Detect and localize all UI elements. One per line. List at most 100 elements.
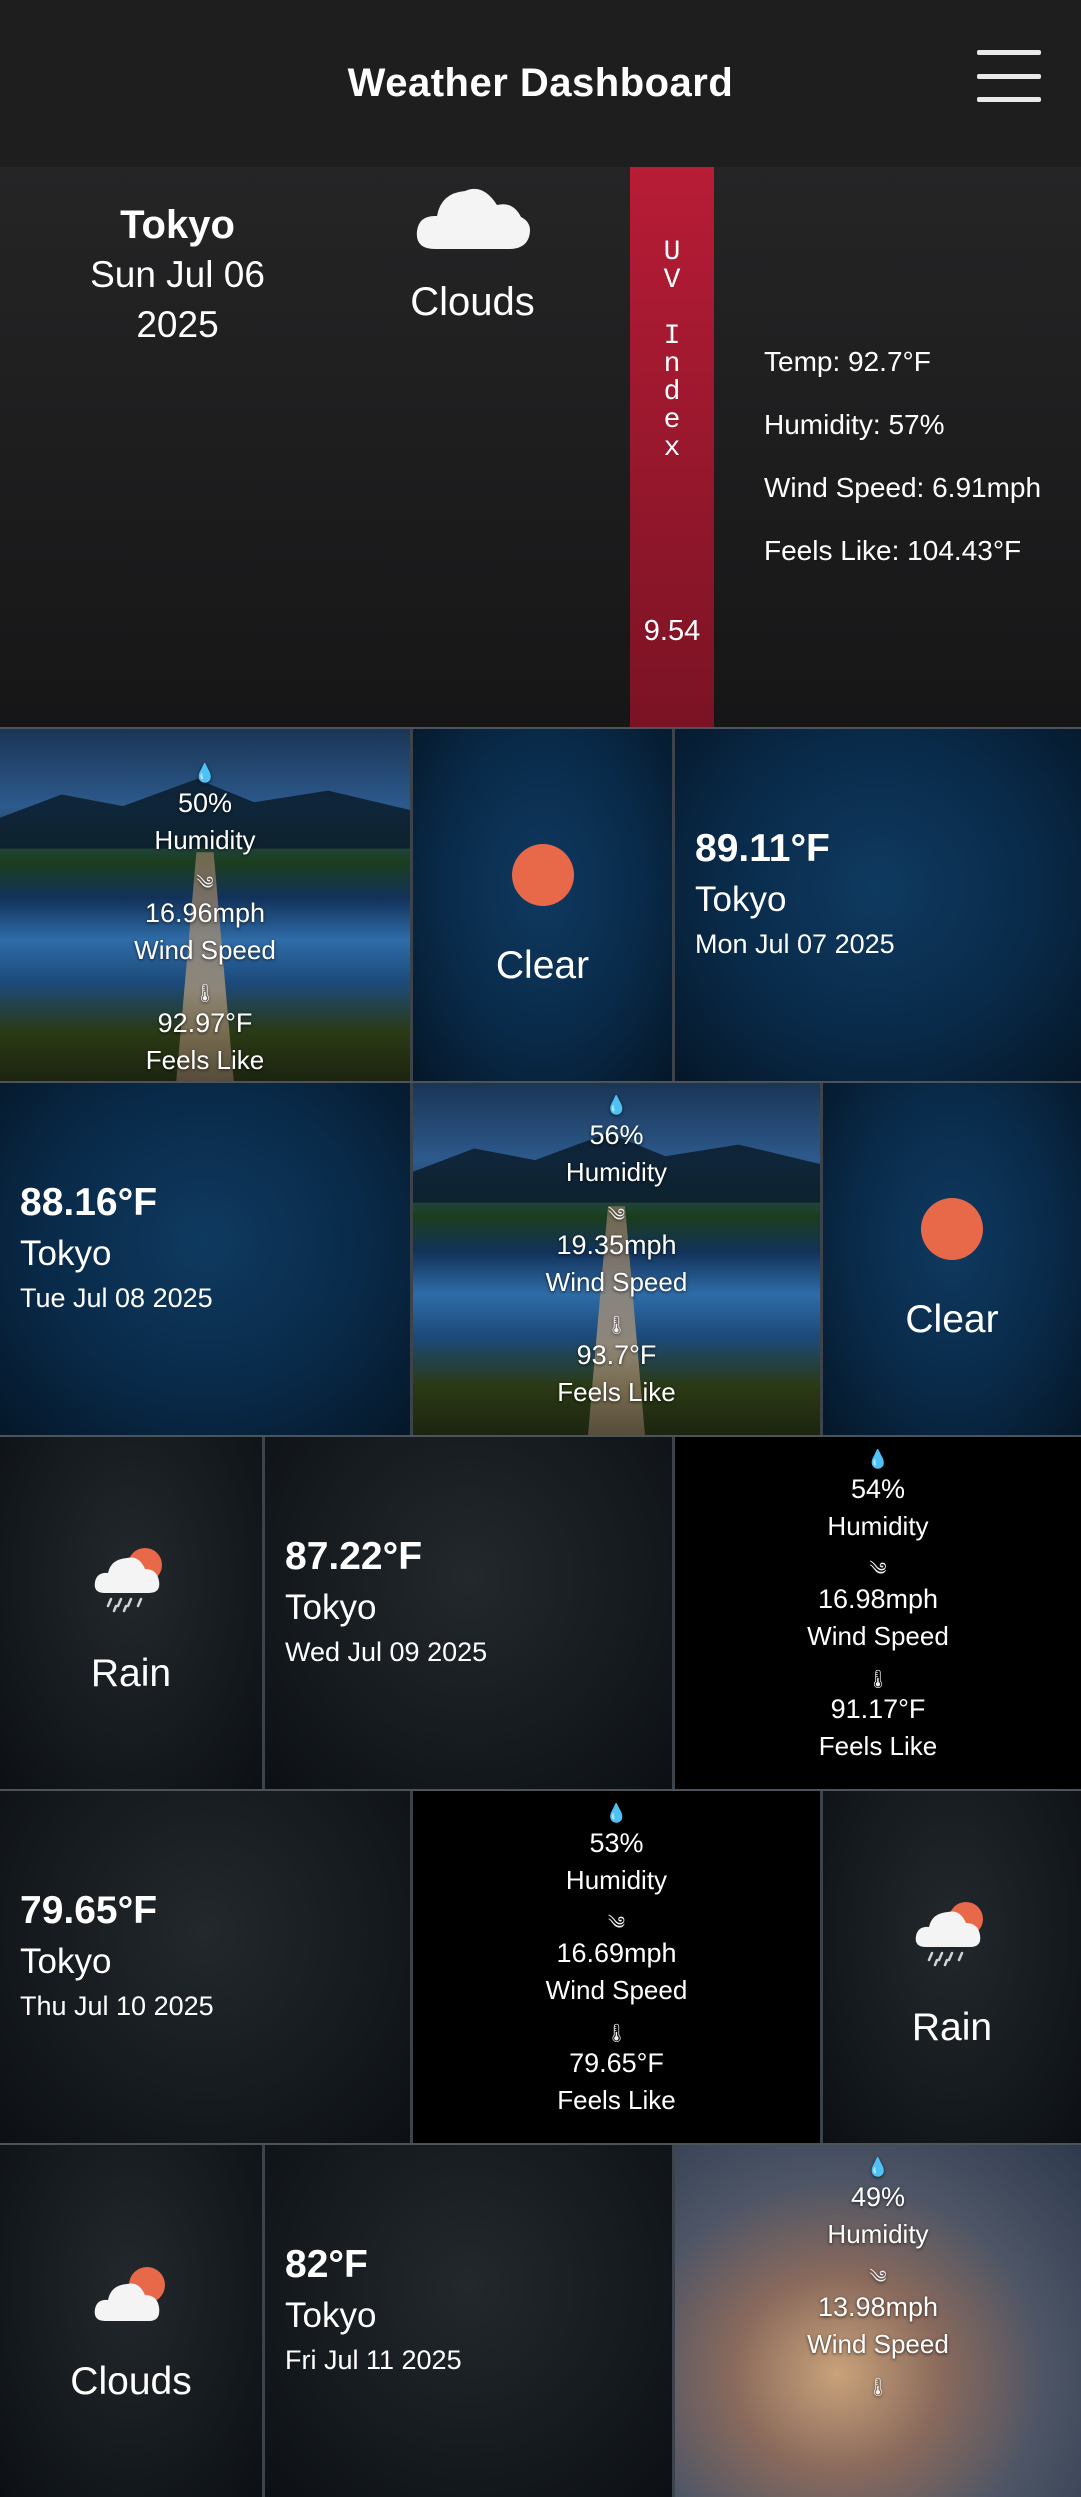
stats-card: 💧 50% Humidity ༄ 16.96mph Wind Speed 🌡 9… [0,729,410,1081]
wind-icon: ༄ [869,2267,887,2287]
droplet-icon: 💧 [866,1449,890,1469]
humidity-stat: 💧 56% Humidity [413,1093,820,1191]
wind-stat: ༄ 16.69mph Wind Speed [413,1911,820,2009]
condition-label: Clouds [70,2360,192,2403]
temperature: 89.11°F [695,827,830,870]
wind-value: 16.96mph [144,898,266,928]
today-date-line1: Sun Jul 06 [90,254,265,295]
condition-card: Rain [0,1437,262,1789]
stats-card: 💧 56% Humidity ༄ 19.35mph Wind Speed 🌡 9… [410,1083,820,1435]
wind-stat: ༄ 19.35mph Wind Speed [413,1203,820,1301]
feels-like-stat: 🌡 93.7°F Feels Like [413,1313,820,1411]
droplet-icon: 💧 [866,2157,890,2177]
condition-card: Clear [820,1083,1081,1435]
city-name: Tokyo [285,2296,377,2335]
condition-card: Clouds [0,2145,262,2497]
forecast-date: Tue Jul 08 2025 [20,1283,213,1313]
temp-card: 79.65°F Tokyo Thu Jul 10 2025 [0,1791,410,2143]
humidity-label: Humidity [565,1157,668,1187]
stats-list: 💧 50% Humidity ༄ 16.96mph Wind Speed 🌡 9… [0,729,410,1081]
feels-like-label: Feels Like [145,1045,265,1075]
wind-icon: ༄ [196,873,214,893]
stats-card: 💧 49% Humidity ༄ 13.98mph Wind Speed 🌡 [672,2145,1081,2497]
condition-card: Clear [410,729,672,1081]
feels-like-value: 79.65°F [569,2048,664,2078]
thermometer-icon: 🌡 [193,983,217,1003]
feels-like-value: 93.7°F [576,1340,657,1370]
condition-label: Rain [911,2006,993,2049]
forecast-date: Mon Jul 07 2025 [695,929,895,959]
city-name: Tokyo [20,1942,112,1981]
humidity-stat: 💧 54% Humidity [675,1447,1081,1545]
forecast-date: Fri Jul 11 2025 [285,2345,462,2375]
today-wind: Wind Speed: 6.91mph [764,472,1042,503]
temperature: 87.22°F [285,1535,423,1578]
humidity-label: Humidity [827,2219,929,2249]
wind-stat: ༄ 16.96mph Wind Speed [0,871,410,969]
app-header: Weather Dashboard [0,0,1081,167]
today-humidity: Humidity: 57% [764,409,945,440]
wind-label: Wind Speed [134,935,276,965]
hamburger-menu-icon[interactable] [977,50,1041,102]
condition-label: Rain [90,1652,172,1695]
humidity-label: Humidity [154,825,256,855]
rain-cloud-icon [915,1902,983,1967]
feels-like-stat: 🌡 92.97°F Feels Like [0,981,410,1079]
stats-list: 💧 49% Humidity ༄ 13.98mph Wind Speed 🌡 [675,2145,1081,2497]
wind-label: Wind Speed [807,2329,949,2359]
humidity-stat: 💧 50% Humidity [0,761,410,859]
stats-list: 💧 56% Humidity ༄ 19.35mph Wind Speed 🌡 9… [413,1083,820,1435]
condition-card: Rain [820,1791,1081,2143]
humidity-stat: 💧 53% Humidity [413,1801,820,1899]
cloud-sun-icon [94,2267,165,2321]
stats-list: 💧 53% Humidity ༄ 16.69mph Wind Speed 🌡 7… [413,1791,820,2143]
wind-stat: ༄ 13.98mph Wind Speed [675,2265,1081,2363]
rain-cloud-icon [94,1548,162,1613]
droplet-icon: 💧 [605,1803,628,1823]
stats-list: 💧 54% Humidity ༄ 16.98mph Wind Speed 🌡 9… [675,1437,1081,1789]
condition-label: Clear [905,1298,999,1341]
today-condition: Clouds [375,175,570,325]
feels-like-value: 91.17°F [830,1694,926,1724]
stats-card: 💧 53% Humidity ༄ 16.69mph Wind Speed 🌡 7… [410,1791,820,2143]
wind-value: 19.35mph [556,1230,677,1260]
thermometer-icon: 🌡 [866,1669,890,1689]
feels-like-label: Feels Like [557,1377,676,1407]
today-date-line2: 2025 [136,304,219,345]
today-location: Tokyo Sun Jul 06 2025 [0,200,355,350]
feels-like-stat: 🌡 [675,2375,1081,2399]
uv-index-label: U V I n d e x [663,237,681,464]
feels-like-stat: 🌡 79.65°F Feels Like [413,2021,820,2119]
today-condition-label: Clouds [410,280,535,324]
feels-like-label: Feels Like [557,2085,676,2115]
feels-like-stat: 🌡 91.17°F Feels Like [675,1667,1081,1765]
wind-value: 16.98mph [817,1584,939,1614]
thermometer-icon: 🌡 [605,1315,628,1335]
forecast-row: 88.16°F Tokyo Tue Jul 08 2025 💧 56% Humi… [0,1081,1081,1435]
temperature: 88.16°F [20,1181,158,1224]
uv-index-value: 9.54 [643,615,701,647]
wind-icon: ༄ [869,1559,887,1579]
temp-card: 82°F Tokyo Fri Jul 11 2025 [262,2145,672,2497]
temp-card: 88.16°F Tokyo Tue Jul 08 2025 [0,1083,410,1435]
thermometer-icon: 🌡 [866,2377,890,2397]
today-feels-like: Feels Like: 104.43°F [764,535,1022,566]
uv-index-bar: U V I n d e x 9.54 [630,167,714,727]
humidity-value: 54% [850,1474,906,1504]
wind-label: Wind Speed [545,1267,688,1297]
humidity-label: Humidity [565,1865,668,1895]
condition-label: Clear [495,944,590,987]
wind-icon: ༄ [607,1205,626,1225]
humidity-label: Humidity [827,1511,929,1541]
temp-card: 89.11°F Tokyo Mon Jul 07 2025 [672,729,1081,1081]
city-name: Tokyo [285,1588,377,1627]
sun-icon [921,1198,983,1260]
feels-like-label: Feels Like [818,1731,938,1761]
city-name: Tokyo [20,1234,112,1273]
humidity-value: 53% [589,1828,644,1858]
wind-value: 16.69mph [556,1938,677,1968]
temperature: 79.65°F [20,1889,158,1932]
forecast-row: Clouds 82°F Tokyo Fri Jul 11 2025 💧 49% … [0,2143,1081,2497]
wind-label: Wind Speed [545,1975,688,2005]
wind-icon: ༄ [607,1913,626,1933]
